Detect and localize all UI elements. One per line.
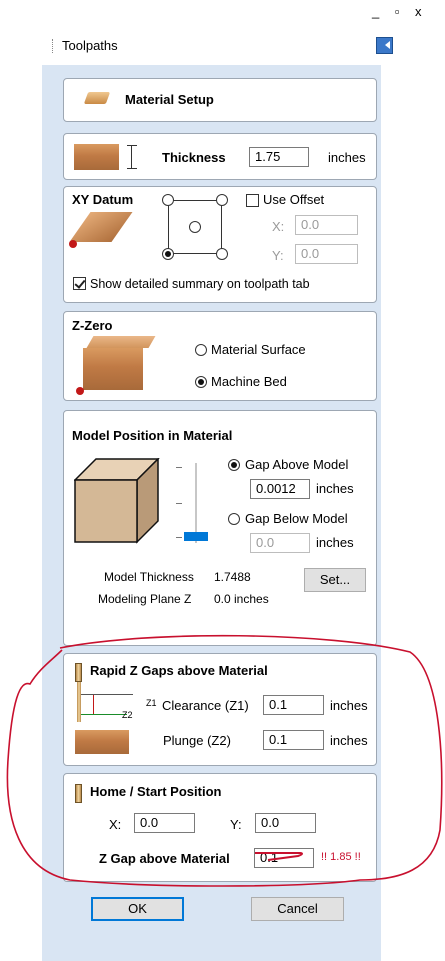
offset-y-input[interactable]: 0.0 [295, 244, 358, 264]
gap-below-label: Gap Below Model [245, 511, 348, 526]
gap-below-input[interactable]: 0.0 [250, 533, 310, 553]
thickness-dimension-icon [127, 145, 137, 169]
material-thickness-icon [74, 144, 119, 170]
set-button[interactable]: Set... [304, 568, 366, 592]
ok-button[interactable]: OK [91, 897, 184, 921]
model-box-icon [73, 457, 160, 544]
gap-above-input[interactable]: 0.0012 [250, 479, 310, 499]
home-tool-icon [75, 784, 82, 803]
clearance-input[interactable]: 0.1 [263, 695, 324, 715]
z-zero-section: Z-Zero Material Surface Machine Bed [63, 311, 377, 401]
datum-bottom-left-radio[interactable] [162, 248, 174, 260]
rapid-z-tool-diagram [77, 682, 81, 722]
plunge-unit: inches [330, 733, 368, 748]
z-gap-input[interactable]: 0.1 [254, 848, 314, 868]
panel-title: Toolpaths [62, 38, 118, 53]
gap-above-unit: inches [316, 481, 354, 496]
offset-x-input[interactable]: 0.0 [295, 215, 358, 235]
model-thickness-label: Model Thickness [104, 570, 194, 584]
rapid-z-title: Rapid Z Gaps above Material [90, 663, 268, 678]
gap-above-label: Gap Above Model [245, 457, 349, 472]
gap-below-radio[interactable] [228, 513, 240, 525]
material-setup-header: Material Setup [63, 78, 377, 122]
window-controls[interactable]: _ ▫ x [372, 4, 428, 19]
clearance-label: Clearance (Z1) [162, 698, 249, 713]
pin-icon[interactable] [376, 37, 393, 54]
tick-mid [176, 503, 182, 504]
home-x-input[interactable]: 0.0 [134, 813, 195, 833]
show-summary-label: Show detailed summary on toolpath tab [90, 277, 310, 291]
cancel-button[interactable]: Cancel [251, 897, 344, 921]
datum-point-icon [69, 240, 77, 248]
use-offset-label: Use Offset [263, 192, 325, 207]
thickness-section: Thickness 1.75 inches [63, 133, 377, 180]
z1-tag: Z1 [146, 698, 157, 708]
plunge-label: Plunge (Z2) [163, 733, 231, 748]
offset-y-label: Y: [272, 248, 284, 263]
gap-below-unit: inches [316, 535, 354, 550]
material-surface-label: Material Surface [211, 342, 306, 357]
machine-bed-radio[interactable] [195, 376, 207, 388]
z-gap-warning: !! 1.85 !! [321, 851, 361, 863]
rapid-z-material-icon [75, 730, 129, 754]
tick-top [176, 467, 182, 468]
gap-above-radio[interactable] [228, 459, 240, 471]
clearance-line [81, 694, 133, 695]
model-position-title: Model Position in Material [72, 428, 233, 443]
z-gap-label: Z Gap above Material [99, 851, 230, 866]
thickness-input[interactable]: 1.75 [249, 147, 309, 167]
rapid-z-tool-icon [75, 663, 82, 682]
thickness-label: Thickness [162, 150, 226, 165]
xy-datum-section: XY Datum Use Offset X: 0.0 Y: 0.0 Show d… [63, 186, 377, 303]
z-zero-material-top [86, 336, 156, 348]
modeling-plane-value: 0.0 inches [214, 592, 269, 606]
z-zero-material-icon [83, 348, 143, 390]
datum-top-right-radio[interactable] [216, 194, 228, 206]
model-thickness-value: 1.7488 [214, 570, 251, 584]
use-offset-checkbox[interactable] [246, 194, 259, 207]
z2-tag: Z2 [122, 710, 133, 720]
model-position-section: Model Position in Material Gap Above Mod… [63, 410, 377, 646]
datum-top-left-radio[interactable] [162, 194, 174, 206]
material-setup-title: Material Setup [125, 92, 214, 107]
panel-grip[interactable] [52, 39, 55, 53]
tick-bottom [176, 537, 182, 538]
datum-bottom-right-radio[interactable] [216, 248, 228, 260]
thickness-unit: inches [328, 150, 366, 165]
material-surface-radio[interactable] [195, 344, 207, 356]
home-x-label: X: [109, 817, 122, 832]
xy-datum-title: XY Datum [72, 192, 134, 207]
xy-datum-material-icon [69, 212, 133, 242]
offset-x-label: X: [272, 219, 285, 234]
plunge-input[interactable]: 0.1 [263, 730, 324, 750]
tool-path-line [93, 695, 94, 714]
datum-center-radio[interactable] [189, 221, 201, 233]
model-position-track [195, 463, 197, 543]
material-block-icon [83, 92, 111, 104]
plunge-line [81, 714, 127, 715]
rapid-z-section: Rapid Z Gaps above Material Z1 Z2 Cleara… [63, 653, 377, 766]
machine-bed-label: Machine Bed [211, 374, 287, 389]
show-summary-checkbox[interactable] [73, 277, 86, 290]
model-position-slider[interactable] [184, 532, 208, 541]
home-title: Home / Start Position [90, 784, 222, 799]
home-y-input[interactable]: 0.0 [255, 813, 316, 833]
modeling-plane-label: Modeling Plane Z [98, 592, 192, 606]
home-y-label: Y: [230, 817, 242, 832]
clearance-unit: inches [330, 698, 368, 713]
home-position-section: Home / Start Position X: 0.0 Y: 0.0 Z Ga… [63, 773, 377, 882]
z-zero-point-icon [76, 387, 84, 395]
z-zero-title: Z-Zero [72, 318, 113, 333]
